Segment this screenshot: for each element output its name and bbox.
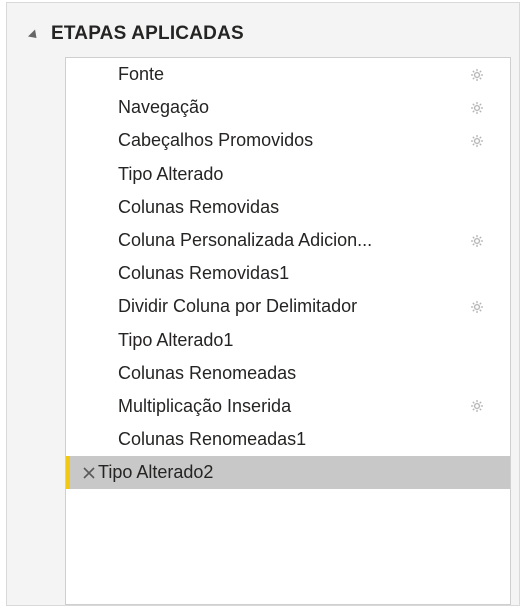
applied-step[interactable]: Tipo Alterado <box>66 158 510 191</box>
applied-step-label: Dividir Coluna por Delimitador <box>118 296 358 317</box>
applied-step[interactable]: Dividir Coluna por Delimitador <box>66 290 510 323</box>
applied-step[interactable]: Colunas Renomeadas1 <box>66 423 510 456</box>
applied-step-label: Multiplicação Inserida <box>118 395 292 416</box>
section-title: ETAPAS APLICADAS <box>51 23 244 44</box>
applied-step[interactable]: Tipo Alterado1 <box>66 324 510 357</box>
gear-icon[interactable] <box>470 234 484 248</box>
applied-step-label: Coluna Personalizada Adicion... <box>118 230 373 251</box>
applied-step-label: Fonte <box>118 64 165 85</box>
triangle-down-icon[interactable] <box>27 28 41 42</box>
applied-step[interactable]: Colunas Removidas1 <box>66 257 510 290</box>
applied-step-label: Colunas Removidas1 <box>118 263 290 284</box>
gear-icon[interactable] <box>470 399 484 413</box>
applied-step[interactable]: Multiplicação Inserida <box>66 390 510 423</box>
applied-step[interactable]: Colunas Renomeadas <box>66 357 510 390</box>
applied-step-label: Tipo Alterado2 <box>98 462 214 483</box>
applied-step[interactable]: Cabeçalhos Promovidos <box>66 124 510 157</box>
applied-steps-pane: ETAPAS APLICADAS Fonte Navegação Cabeçalho… <box>6 2 520 606</box>
applied-steps-list: Fonte Navegação Cabeçalhos Promovidos Tipo … <box>65 57 511 605</box>
applied-step[interactable]: Navegação <box>66 91 510 124</box>
applied-step-label: Colunas Renomeadas1 <box>118 429 307 450</box>
applied-step[interactable]: Colunas Removidas <box>66 191 510 224</box>
gear-icon[interactable] <box>470 101 484 115</box>
applied-step[interactable]: Coluna Personalizada Adicion... <box>66 224 510 257</box>
applied-step-label: Navegação <box>118 97 210 118</box>
gear-icon[interactable] <box>470 300 484 314</box>
applied-step-label: Cabeçalhos Promovidos <box>118 130 314 151</box>
applied-step-label: Tipo Alterado1 <box>118 329 234 350</box>
applied-steps-header[interactable]: ETAPAS APLICADAS <box>27 21 244 47</box>
gear-icon[interactable] <box>470 68 484 82</box>
applied-step-label: Colunas Removidas <box>118 196 280 217</box>
applied-step-label: Colunas Renomeadas <box>118 362 297 383</box>
applied-step[interactable]: Fonte <box>66 58 510 91</box>
close-icon[interactable] <box>82 466 96 480</box>
applied-step-selected[interactable]: Tipo Alterado2 <box>66 456 510 490</box>
selected-indicator <box>66 456 70 490</box>
applied-step-label: Tipo Alterado <box>118 163 224 184</box>
gear-icon[interactable] <box>470 134 484 148</box>
